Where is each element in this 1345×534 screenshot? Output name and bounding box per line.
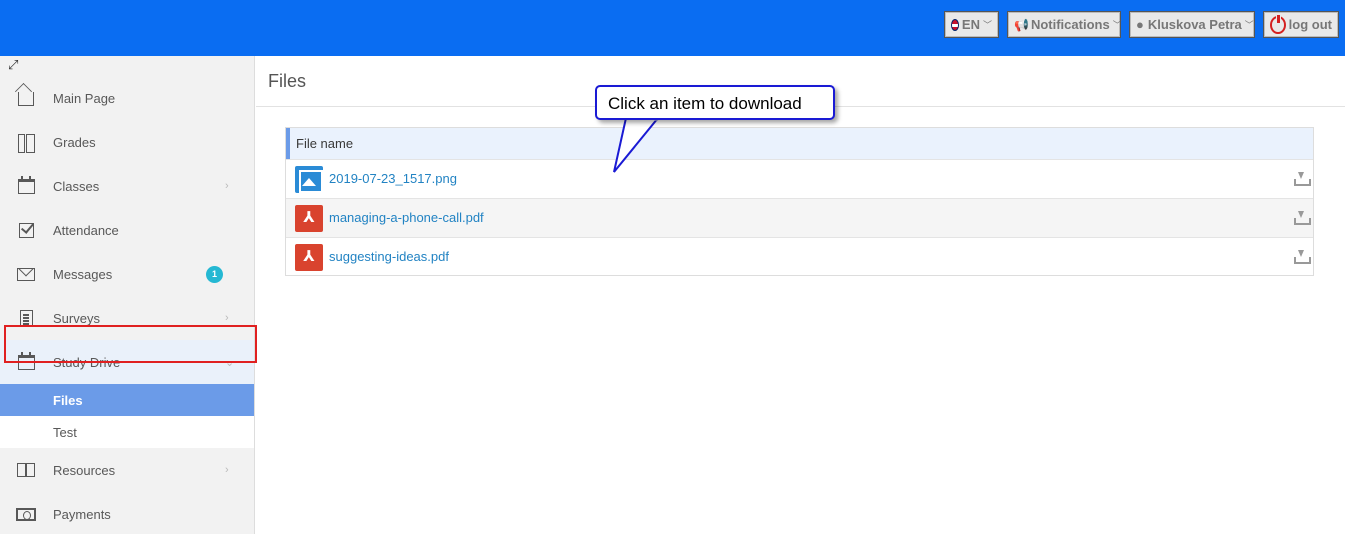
logout-label: log out — [1288, 17, 1332, 32]
money-icon — [16, 505, 36, 523]
collapse-sidebar-icon[interactable]: ⤢ — [8, 58, 22, 72]
checkbox-icon — [16, 221, 36, 239]
sidebar-item-surveys[interactable]: Surveys › — [0, 296, 254, 340]
user-menu-dropdown[interactable]: ● Kluskova Petra ﹀ — [1129, 11, 1255, 38]
image-file-icon — [295, 166, 323, 193]
callout-tooltip: Click an item to download — [595, 85, 835, 120]
envelope-icon — [16, 265, 36, 283]
file-name-link[interactable]: managing-a-phone-call.pdf — [329, 210, 484, 225]
uk-flag-icon — [951, 18, 959, 31]
file-name-link[interactable]: suggesting-ideas.pdf — [329, 249, 449, 264]
chevron-down-icon: ﹀ — [982, 20, 992, 30]
home-icon — [16, 89, 36, 107]
sidebar-item-label: Classes — [53, 178, 100, 194]
sidebar-subitem-files[interactable]: Files — [0, 384, 254, 416]
pdf-file-icon — [295, 205, 323, 232]
download-icon[interactable] — [1294, 172, 1311, 186]
sidebar-subitem-label: Files — [53, 392, 83, 408]
notifications-dropdown[interactable]: 📢 Notifications ﹀ — [1007, 11, 1122, 38]
unread-count-badge: 1 — [206, 265, 223, 283]
language-label: EN — [961, 17, 980, 32]
page-title: Files — [268, 71, 307, 91]
chevron-down-icon: ﹀ — [1112, 20, 1122, 30]
sidebar-item-attendance[interactable]: Attendance — [0, 208, 254, 252]
power-icon — [1270, 13, 1286, 34]
sidebar-item-label: Resources — [53, 462, 116, 478]
file-name-link[interactable]: 2019-07-23_1517.png — [329, 171, 457, 186]
column-header-file-name: File name — [296, 136, 354, 151]
chevron-down-icon: ﹀ — [1244, 20, 1254, 30]
sidebar-item-study-drive[interactable]: Study Drive ⌄ — [0, 340, 254, 384]
sidebar-item-label: Study Drive — [53, 354, 121, 370]
download-icon[interactable] — [1294, 250, 1311, 264]
sidebar-item-label: Main Page — [53, 90, 116, 106]
megaphone-icon: 📢 — [1014, 17, 1029, 32]
sidebar-item-main-page[interactable]: Main Page — [0, 76, 254, 120]
notifications-label: Notifications — [1030, 17, 1110, 32]
table-header: File name — [286, 128, 1313, 159]
sidebar-item-grades[interactable]: Grades — [0, 120, 254, 164]
user-icon: ● — [1136, 17, 1144, 32]
sidebar-item-label: Payments — [53, 506, 111, 522]
sidebar-item-messages[interactable]: Messages 1 — [0, 252, 254, 296]
pdf-file-icon — [295, 244, 323, 271]
sidebar-item-label: Attendance — [53, 222, 119, 238]
callout-text: Click an item to download — [608, 94, 802, 113]
callout-pointer — [613, 118, 660, 173]
chevron-right-icon: › — [225, 312, 229, 324]
chevron-right-icon: › — [225, 180, 229, 192]
sidebar-subitem-test[interactable]: Test — [0, 416, 254, 448]
book-icon — [16, 461, 36, 479]
files-table: File name 2019-07-23_1517.png managing-a… — [285, 127, 1314, 276]
calendar-icon — [16, 176, 36, 195]
sidebar-item-label: Messages — [53, 266, 113, 282]
grades-icon — [16, 133, 36, 153]
calendar-icon — [16, 352, 36, 371]
table-row[interactable]: 2019-07-23_1517.png — [286, 159, 1313, 198]
language-dropdown[interactable]: EN ﹀ — [944, 11, 999, 38]
sidebar-item-label: Grades — [53, 134, 96, 150]
user-name: Kluskova Petra — [1147, 17, 1242, 32]
table-row[interactable]: suggesting-ideas.pdf — [286, 237, 1313, 276]
sidebar-item-label: Surveys — [53, 310, 100, 326]
sidebar: ⤢ Main Page Grades Classes › Attendance … — [0, 56, 255, 534]
top-navigation-bar: EN ﹀ 📢 Notifications ﹀ ● Kluskova Petra … — [0, 0, 1345, 56]
sidebar-item-payments[interactable]: Payments — [0, 492, 254, 534]
sidebar-item-resources[interactable]: Resources › — [0, 448, 254, 492]
download-icon[interactable] — [1294, 211, 1311, 225]
logout-button[interactable]: log out — [1263, 11, 1339, 38]
table-row[interactable]: managing-a-phone-call.pdf — [286, 198, 1313, 237]
chevron-right-icon: › — [225, 464, 229, 476]
chevron-down-icon: ⌄ — [225, 356, 235, 369]
sidebar-subitem-label: Test — [53, 424, 77, 440]
document-list-icon — [16, 309, 36, 327]
sidebar-item-classes[interactable]: Classes › — [0, 164, 254, 208]
